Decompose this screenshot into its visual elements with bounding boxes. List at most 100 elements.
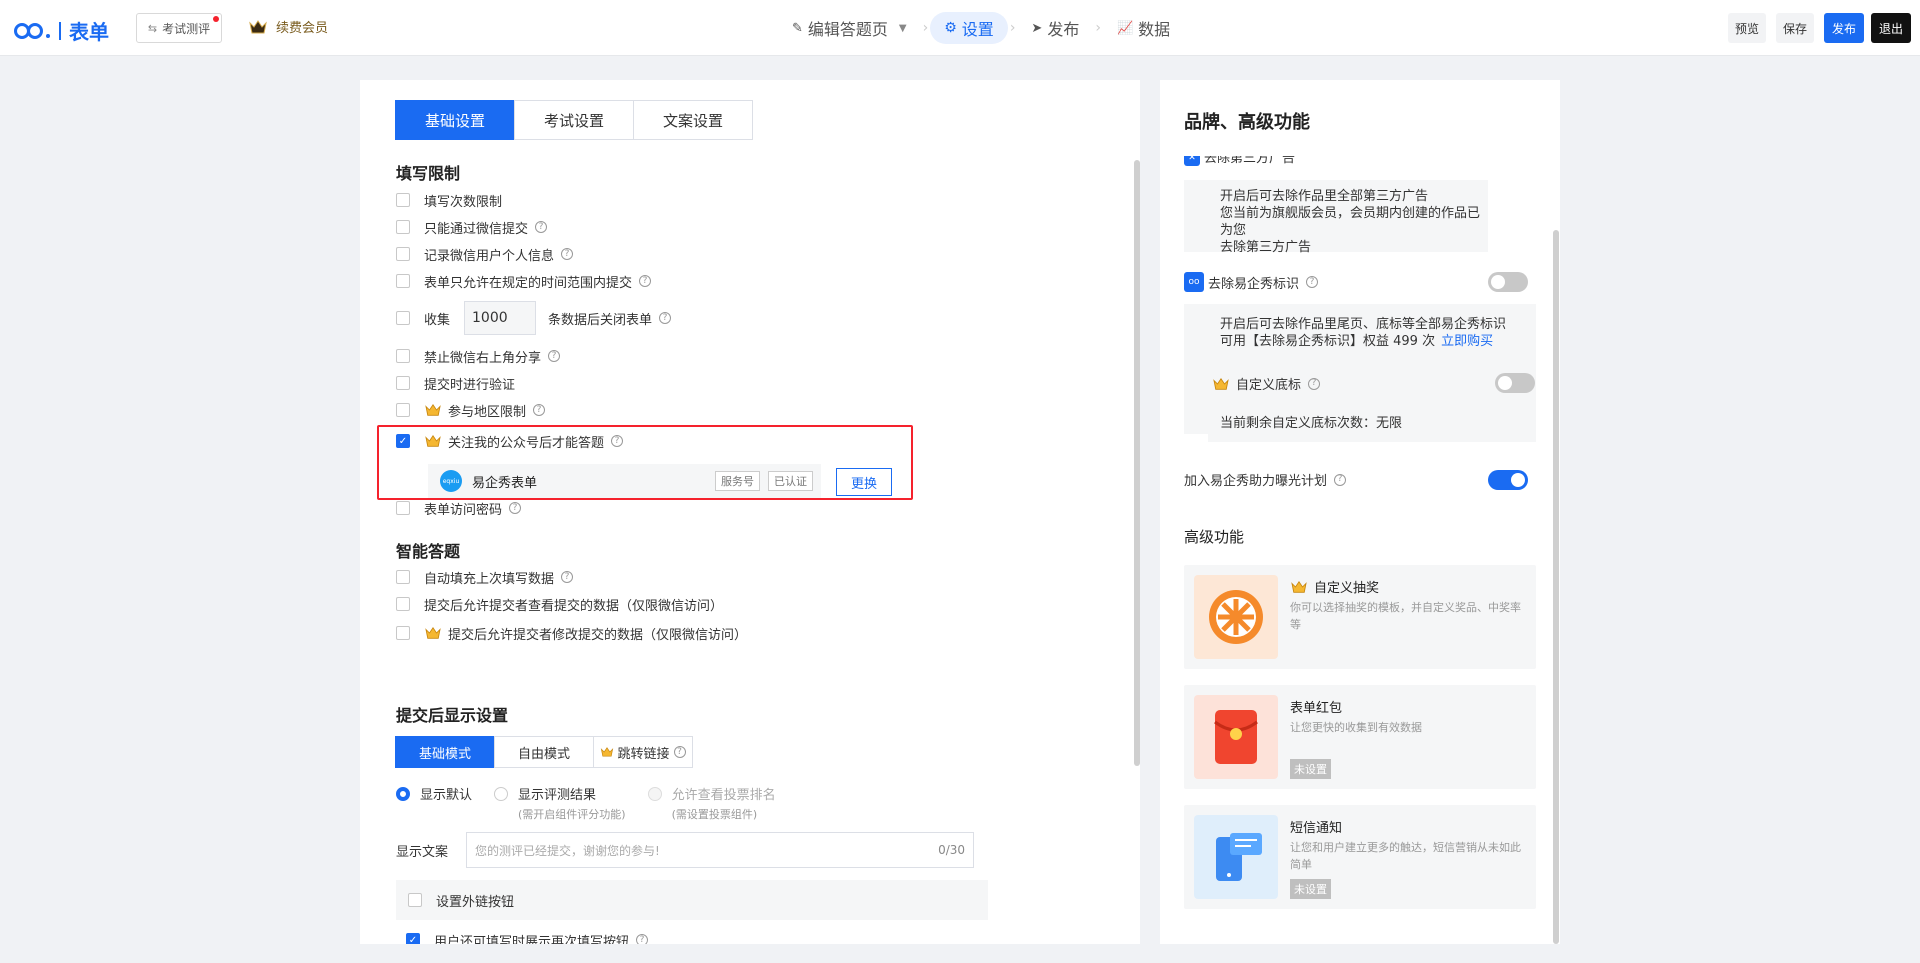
option-collect-limit[interactable]: 收集 1000 条数据后关闭表单 ? (396, 301, 672, 335)
logo-mark-icon (14, 20, 54, 42)
nav-publish[interactable]: ➤ 发布 (1017, 12, 1093, 44)
radio-button (647, 787, 662, 801)
checkbox[interactable] (396, 274, 410, 288)
checkbox-checked[interactable]: ✓ (406, 933, 420, 944)
status-badge: 未设置 (1290, 759, 1331, 779)
help-icon[interactable]: ? (673, 746, 686, 758)
logout-button[interactable]: 退出 (1871, 13, 1911, 43)
main-nav: ✎ 编辑答题页 ▼ › ⚙ 设置 › ➤ 发布 › 📈 数据 (778, 12, 1184, 44)
help-icon[interactable]: ? (1306, 276, 1319, 288)
chevron-right-icon: › (1009, 20, 1016, 36)
switch-icon: ⇆ (147, 21, 158, 35)
vip-crown-icon (424, 403, 442, 417)
nav-edit-page[interactable]: ✎ 编辑答题页 ▼ (778, 12, 921, 44)
feature-card-sms[interactable]: 短信通知 让您和用户建立更多的触达，短信营销从未如此简单 未设置 (1184, 805, 1536, 909)
renew-vip-link[interactable]: 续费会员 (248, 17, 328, 36)
checkbox[interactable] (396, 570, 410, 584)
ad-icon: ✕ (1184, 156, 1200, 166)
vip-crown-icon (1290, 580, 1308, 594)
red-packet-icon (1194, 695, 1278, 779)
display-text-label: 显示文案 (396, 844, 449, 860)
help-icon[interactable]: ? (636, 934, 649, 944)
tab-copy-settings[interactable]: 文案设置 (633, 100, 753, 140)
crown-icon (248, 19, 268, 35)
logo-text: 表单 (69, 20, 109, 44)
preview-button[interactable]: 预览 (1728, 13, 1766, 43)
help-icon[interactable]: ? (639, 275, 652, 287)
help-icon[interactable]: ? (561, 248, 574, 260)
checkbox[interactable] (396, 311, 410, 325)
checkbox[interactable] (396, 247, 410, 261)
option-record-wechat-info[interactable]: 记录微信用户个人信息 ? (396, 244, 574, 264)
left-scrollbar[interactable] (1134, 160, 1140, 766)
display-text-input[interactable]: 您的测评已经提交，谢谢您的参与! 0/30 (466, 832, 975, 868)
checkbox[interactable] (396, 597, 410, 611)
option-disable-share[interactable]: 禁止微信右上角分享 ? (396, 346, 561, 366)
nav-data[interactable]: 📈 数据 (1103, 12, 1184, 44)
option-edit-submitted[interactable]: 提交后允许提交者修改提交的数据（仅限微信访问） (396, 623, 747, 643)
help-icon[interactable]: ? (533, 404, 546, 416)
brand-panel-title: 品牌、高级功能 (1184, 112, 1310, 133)
mode-basic[interactable]: 基础模式 (395, 736, 495, 768)
help-icon[interactable]: ? (535, 221, 548, 233)
radio-button[interactable] (494, 787, 509, 801)
option-refill-button[interactable]: ✓ 用户还可填写时展示再次填写按钮 ? (406, 930, 649, 944)
help-icon[interactable]: ? (561, 571, 574, 583)
feature-card-red-packet[interactable]: 表单红包 让您更快的收集到有效数据 未设置 (1184, 685, 1536, 789)
app-logo[interactable]: 表单 (14, 16, 109, 45)
char-count: 0/30 (938, 843, 966, 857)
checkbox[interactable] (396, 220, 410, 234)
advanced-title: 高级功能 (1184, 528, 1245, 546)
right-scrollbar[interactable] (1553, 230, 1559, 944)
checkbox[interactable] (396, 349, 410, 363)
boost-plan-toggle[interactable] (1488, 470, 1528, 490)
option-submit-verify[interactable]: 提交时进行验证 (396, 373, 515, 393)
help-icon[interactable]: ? (1308, 377, 1321, 390)
help-icon[interactable]: ? (509, 502, 522, 514)
feature-card-lottery[interactable]: 自定义抽奖 你可以选择抽奖的模板，并自定义奖品、中奖率等 (1184, 565, 1536, 669)
option-autofill[interactable]: 自动填充上次填写数据 ? (396, 567, 574, 587)
option-wechat-only[interactable]: 只能通过微信提交 ? (396, 217, 548, 237)
highlight-frame (377, 425, 913, 500)
help-icon[interactable]: ? (1334, 473, 1347, 486)
lottery-wheel-icon (1194, 575, 1278, 659)
section-title-after-submit: 提交后显示设置 (396, 706, 509, 725)
checkbox[interactable] (396, 626, 410, 640)
publish-button[interactable]: 发布 (1824, 13, 1864, 43)
radio-show-default[interactable]: 显示默认 (396, 784, 472, 822)
tab-exam-settings[interactable]: 考试设置 (514, 100, 634, 140)
exam-test-button[interactable]: ⇆ 考试测评 (136, 13, 222, 43)
section-title-fill-limits: 填写限制 (396, 164, 461, 183)
remove-brand-toggle[interactable] (1488, 272, 1528, 292)
vip-crown-icon (424, 626, 442, 640)
option-region-limit[interactable]: 参与地区限制 ? (396, 400, 546, 420)
eqxiu-logo-icon: oo (1184, 272, 1204, 292)
mode-redirect[interactable]: 跳转链接 ? (593, 736, 693, 768)
mode-free[interactable]: 自由模式 (494, 736, 594, 768)
remove-ads-desc: 开启后可去除作品里全部第三方广告 您当前为旗舰版会员，会员期内创建的作品已为您 … (1184, 180, 1488, 255)
option-time-range[interactable]: 表单只允许在规定的时间范围内提交 ? (396, 271, 652, 291)
checkbox[interactable] (396, 403, 410, 417)
help-icon[interactable]: ? (548, 350, 561, 362)
brand-panel: 品牌、高级功能 ✕ 去除第三方广告 开启后可去除作品里全部第三方广告 您当前为旗… (1160, 80, 1560, 944)
option-view-submitted[interactable]: 提交后允许提交者查看提交的数据（仅限微信访问） (396, 594, 723, 614)
save-button[interactable]: 保存 (1776, 13, 1814, 43)
tab-basic-settings[interactable]: 基础设置 (395, 100, 515, 140)
radio-show-result[interactable]: 显示评测结果 (需开启组件评分功能) (494, 784, 626, 822)
checkbox[interactable] (408, 893, 422, 907)
radio-vote-ranking: 允许查看投票排名 (需设置投票组件) (647, 784, 776, 822)
checkbox[interactable] (396, 193, 410, 207)
vip-crown-icon (1212, 377, 1230, 391)
option-access-password[interactable]: 表单访问密码 ? (396, 498, 522, 515)
buy-link[interactable]: 立即购买 (1441, 334, 1493, 349)
checkbox[interactable] (396, 376, 410, 390)
help-icon[interactable]: ? (659, 312, 672, 324)
option-external-link[interactable]: 设置外链按钮 (396, 880, 988, 920)
option-fill-count-limit[interactable]: 填写次数限制 (396, 190, 502, 210)
sms-phone-icon (1194, 815, 1278, 899)
checkbox[interactable] (396, 501, 410, 515)
nav-settings[interactable]: ⚙ 设置 (930, 12, 1008, 44)
custom-mark-toggle[interactable] (1495, 373, 1535, 393)
radio-button[interactable] (396, 787, 410, 801)
collect-count-input[interactable]: 1000 (464, 301, 537, 335)
